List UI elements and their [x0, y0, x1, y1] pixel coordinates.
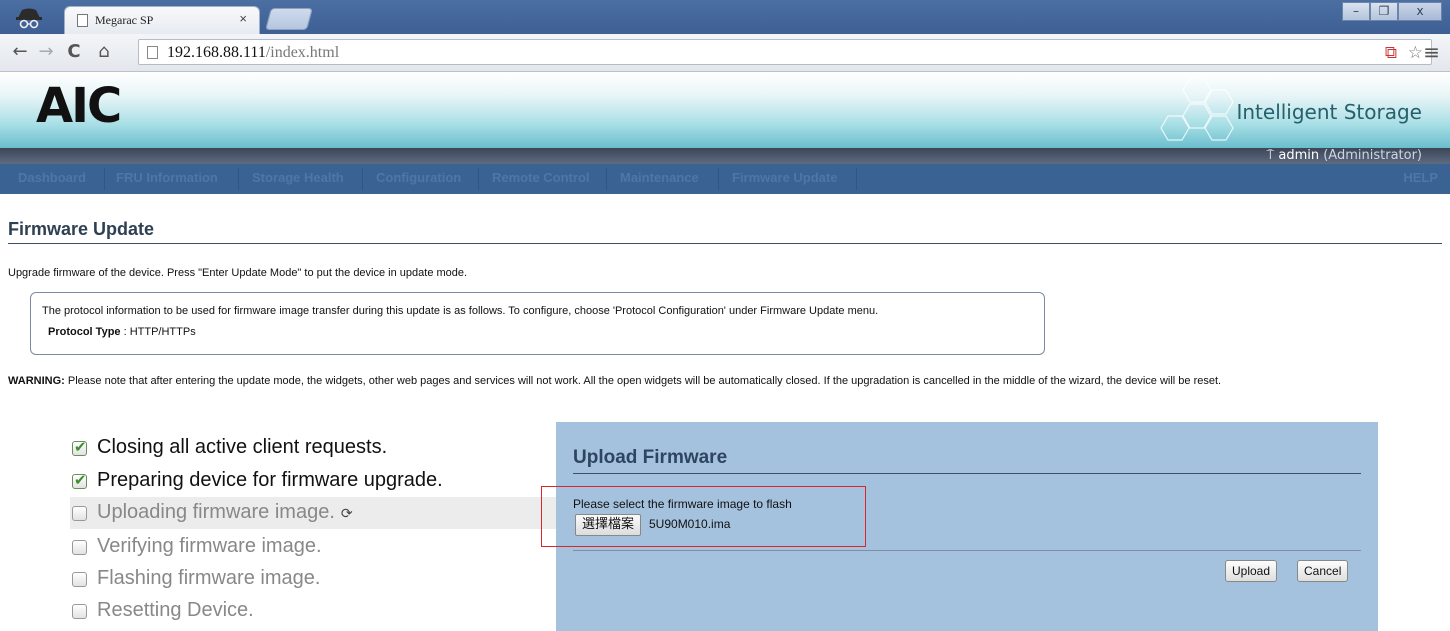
step-label: Uploading firmware image. — [97, 501, 335, 523]
url-path: /index.html — [265, 44, 340, 61]
nav-separator — [104, 168, 105, 190]
protocol-type-label: Protocol Type — [48, 326, 121, 338]
checkmark-icon: ✔ — [74, 438, 87, 456]
user-bar: ⍑ admin (Administrator) — [0, 148, 1450, 164]
user-icon: ⍑ — [1266, 148, 1279, 163]
nav-separator — [718, 168, 719, 190]
intro-text: Upgrade firmware of the device. Press "E… — [8, 267, 468, 279]
step-checkbox — [72, 506, 87, 521]
bookmark-star-icon[interactable]: ☆ — [1408, 43, 1423, 63]
step-label: Flashing firmware image. — [97, 567, 321, 589]
url-host: 192.168.88.111 — [167, 44, 266, 61]
browser-toolbar: ← → C ⌂ 192.168.88.111/index.html ⧉ ☆ ≡ — [0, 34, 1450, 72]
nav-fru-information[interactable]: FRU Information — [116, 164, 218, 194]
step-checkbox — [72, 540, 87, 555]
reload-icon[interactable]: C — [62, 40, 86, 64]
aic-logo: AIC — [36, 78, 122, 134]
main-nav: Dashboard FRU Information Storage Health… — [0, 164, 1450, 194]
nav-separator — [856, 168, 857, 190]
warning-label: WARNING: — [8, 375, 65, 387]
step-label: Resetting Device. — [97, 599, 254, 621]
step-label: Preparing device for firmware upgrade. — [97, 469, 443, 491]
step-checkbox: ✔ — [72, 471, 87, 489]
panel-footer-divider — [573, 550, 1361, 551]
username: admin — [1278, 148, 1320, 163]
nav-remote-control[interactable]: Remote Control — [492, 164, 590, 194]
nav-help[interactable]: HELP — [1403, 164, 1438, 194]
step-checkbox — [72, 604, 87, 619]
nav-separator — [238, 168, 239, 190]
step-label: Closing all active client requests. — [97, 436, 388, 458]
minimize-button[interactable]: – — [1342, 2, 1370, 21]
user-info[interactable]: ⍑ admin (Administrator) — [1266, 148, 1422, 163]
nav-separator — [478, 168, 479, 190]
title-divider — [8, 243, 1442, 244]
url-text: 192.168.88.111/index.html — [167, 44, 339, 62]
back-icon[interactable]: ← — [8, 40, 32, 64]
browser-tab[interactable]: Megarac SP × — [64, 6, 260, 34]
annotation-highlight-box — [541, 486, 866, 547]
nav-configuration[interactable]: Configuration — [376, 164, 461, 194]
refresh-spinner-icon: ⟳ — [340, 506, 353, 522]
nav-separator — [362, 168, 363, 190]
warning-text: WARNING: Please note that after entering… — [8, 375, 1418, 388]
incognito-icon — [16, 8, 42, 29]
blocked-popup-icon[interactable]: ⧉ — [1385, 43, 1397, 63]
warning-message: Please note that after entering the upda… — [64, 375, 1222, 387]
user-role: (Administrator) — [1323, 148, 1422, 163]
nav-storage-health[interactable]: Storage Health — [252, 164, 344, 194]
panel-divider — [573, 473, 1361, 474]
upload-button[interactable]: Upload — [1225, 560, 1278, 582]
page-icon — [77, 14, 88, 27]
step-label: Verifying firmware image. — [97, 535, 322, 557]
app-banner: AIC Intelligent Storage — [0, 72, 1450, 152]
home-icon[interactable]: ⌂ — [92, 40, 116, 64]
brand-name: Intelligent Storage — [1236, 100, 1422, 124]
window-controls: – ❐ x — [1342, 2, 1442, 21]
upload-panel-title: Upload Firmware — [573, 447, 728, 468]
page-icon — [147, 46, 158, 59]
nav-firmware-update[interactable]: Firmware Update — [732, 164, 837, 194]
browser-titlebar: Megarac SP × – ❐ x — [0, 0, 1450, 34]
browser-menu-icon[interactable]: ≡ — [1423, 40, 1440, 64]
tab-close-icon[interactable]: × — [239, 11, 247, 26]
protocol-info-box: The protocol information to be used for … — [30, 292, 1045, 355]
checkmark-icon: ✔ — [74, 471, 87, 489]
cancel-button[interactable]: Cancel — [1297, 560, 1349, 582]
new-tab-button[interactable] — [265, 8, 313, 30]
forward-icon[interactable]: → — [34, 40, 58, 64]
close-window-button[interactable]: x — [1398, 2, 1442, 21]
protocol-type-row: Protocol Type : HTTP/HTTPs — [48, 326, 196, 338]
step-checkbox — [72, 572, 87, 587]
nav-maintenance[interactable]: Maintenance — [620, 164, 699, 194]
maximize-button[interactable]: ❐ — [1370, 2, 1398, 21]
protocol-type-value: : HTTP/HTTPs — [120, 326, 196, 338]
nav-separator — [606, 168, 607, 190]
step-checkbox: ✔ — [72, 438, 87, 456]
page-title: Firmware Update — [8, 219, 155, 239]
step-label-row: Uploading firmware image. ⟳ — [97, 501, 353, 524]
address-bar[interactable]: 192.168.88.111/index.html ⧉ ☆ — [138, 39, 1432, 65]
nav-dashboard[interactable]: Dashboard — [18, 164, 86, 194]
tab-title: Megarac SP — [95, 13, 154, 27]
protocol-info-text: The protocol information to be used for … — [42, 305, 879, 317]
